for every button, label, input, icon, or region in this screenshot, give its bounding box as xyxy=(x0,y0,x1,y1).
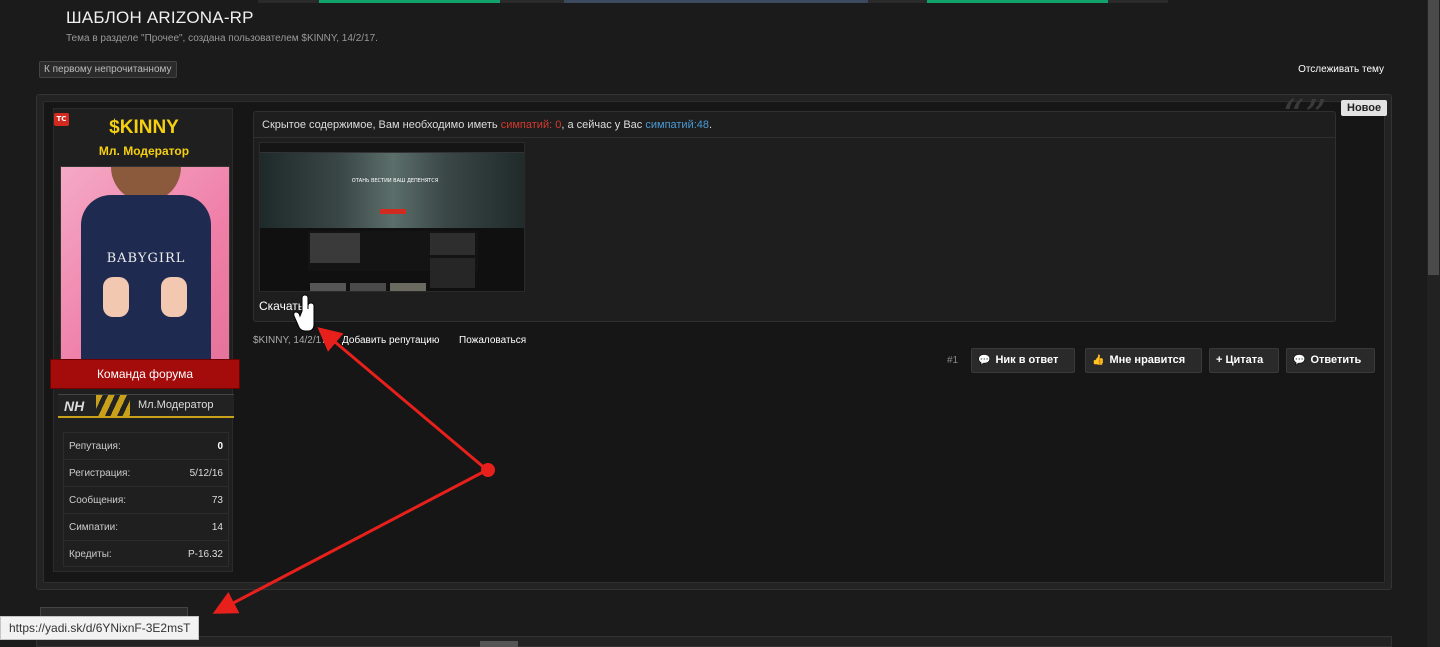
stat-label: Симпатии: xyxy=(69,522,118,533)
add-reputation-link[interactable]: Добавить репутацию xyxy=(342,335,439,346)
notice-text: . xyxy=(709,119,713,131)
stat-value: 0 xyxy=(217,441,223,452)
user-title: Мл. Модератор xyxy=(98,144,190,158)
stat-value: 73 xyxy=(211,495,223,506)
stat-value: 14 xyxy=(211,522,223,533)
watch-thread-link[interactable]: Отслеживать тему xyxy=(1298,64,1384,75)
button-label: Ответить xyxy=(1310,354,1362,366)
rank-logo: NH xyxy=(64,398,85,414)
topbar-segment xyxy=(319,0,500,3)
user-card: $KINNY Мл. Модератор BABYGIRL Команда фо… xyxy=(50,108,240,572)
stat-label: Кредиты: xyxy=(69,549,112,560)
post-number[interactable]: #1 xyxy=(947,355,958,366)
screenshot-tile xyxy=(430,233,475,255)
screenshot-tile xyxy=(350,283,386,291)
post-author-date[interactable]: $KINNY, 14/2/17 xyxy=(253,335,327,346)
chat-bubble-icon: 💬 xyxy=(978,355,991,366)
stat-value: Р-16.32 xyxy=(187,549,223,560)
topic-starter-badge: ТС xyxy=(54,113,69,126)
button-label: Ник в ответ xyxy=(995,354,1059,366)
stat-row-likes: Симпатии: 14 xyxy=(64,514,228,541)
likes-current: симпатий:48 xyxy=(645,119,710,131)
notice-text: Скрытое содержимое, Вам необходимо иметь xyxy=(262,119,501,131)
chat-bubble-icon: 💬 xyxy=(1293,355,1306,366)
top-progress-bar xyxy=(258,0,1168,3)
likes-required: симпатий: 0 xyxy=(500,119,562,131)
button-label: Мне нравится xyxy=(1109,354,1186,366)
status-bar-url: https://yadi.sk/d/6YNixnF-3E2msT xyxy=(0,616,200,640)
screenshot-hero-button xyxy=(380,209,406,214)
quote-button[interactable]: + Цитата xyxy=(1209,348,1279,373)
report-link[interactable]: Пожаловаться xyxy=(459,335,526,346)
user-stats: Репутация: 0 Регистрация: 5/12/16 Сообщени… xyxy=(63,432,229,567)
screenshot-tile xyxy=(310,283,346,291)
topbar-segment xyxy=(564,0,868,3)
avatar-shirt xyxy=(81,195,211,359)
stat-value: 5/12/16 xyxy=(189,468,223,479)
quote-icon: “” xyxy=(1282,91,1327,142)
avatar[interactable]: BABYGIRL xyxy=(60,166,230,360)
team-banner: Команда форума xyxy=(50,359,240,389)
avatar-hand xyxy=(161,277,187,317)
user-info-column: $KINNY Мл. Модератор BABYGIRL Команда фо… xyxy=(50,108,240,578)
notice-text: , а сейчас у Вас xyxy=(561,119,646,131)
screenshot-hero: ОТАНЬ ВЕСТИИ ВАШ ДЕПЕНЯТСЯ xyxy=(260,153,524,228)
screenshot-tile xyxy=(310,233,360,263)
rank-bar: NH Мл.Модератор xyxy=(58,394,234,418)
avatar-shirt-text: BABYGIRL xyxy=(106,251,186,266)
thread-subtitle: Тема в разделе "Прочее", создана пользов… xyxy=(66,33,378,44)
stat-label: Сообщения: xyxy=(69,495,127,506)
screenshot-tile xyxy=(390,283,426,291)
stat-label: Регистрация: xyxy=(69,468,131,479)
reply-button[interactable]: 💬 Ответить xyxy=(1286,348,1375,373)
new-badge: Новое xyxy=(1341,100,1388,116)
download-link[interactable]: Скачать xyxy=(259,299,304,313)
screenshot-tile xyxy=(430,258,475,288)
hidden-content-notice: Скрытое содержимое, Вам необходимо иметь… xyxy=(254,95,1335,139)
username[interactable]: $KINNY xyxy=(54,117,234,139)
avatar-hand xyxy=(103,277,129,317)
screenshot-image[interactable]: ОТАНЬ ВЕСТИИ ВАШ ДЕПЕНЯТСЯ xyxy=(259,142,525,292)
page-scrollbar[interactable] xyxy=(1427,0,1440,647)
stat-row-reputation: Репутация: 0 xyxy=(64,433,228,460)
scrollbar-thumb[interactable] xyxy=(1428,0,1439,275)
screenshot-hero-title: ОТАНЬ ВЕСТИИ ВАШ ДЕПЕНЯТСЯ xyxy=(351,178,439,184)
rank-label: Мл.Модератор xyxy=(138,399,214,411)
first-unread-button[interactable]: К первому непрочитанному xyxy=(39,61,177,78)
like-button[interactable]: 👍 Мне нравится xyxy=(1085,348,1202,373)
thumbs-up-icon: 👍 xyxy=(1092,355,1105,366)
horizontal-scroll-thumb[interactable] xyxy=(480,641,518,647)
message-body: Скрытое содержимое, Вам необходимо иметь… xyxy=(253,95,1336,322)
stat-row-credits: Кредиты: Р-16.32 xyxy=(64,541,228,568)
thread-title: ШАБЛОН ARIZONA-RP xyxy=(66,8,254,27)
stat-row-registration: Регистрация: 5/12/16 xyxy=(64,460,228,487)
nick-reply-button[interactable]: 💬 Ник в ответ xyxy=(971,348,1075,373)
screenshot-nav xyxy=(260,143,524,153)
rank-stripes xyxy=(96,395,130,417)
next-post-container xyxy=(36,636,1392,647)
stat-row-messages: Сообщения: 73 xyxy=(64,487,228,514)
topbar-segment xyxy=(927,0,1108,3)
stat-label: Репутация: xyxy=(69,441,121,452)
